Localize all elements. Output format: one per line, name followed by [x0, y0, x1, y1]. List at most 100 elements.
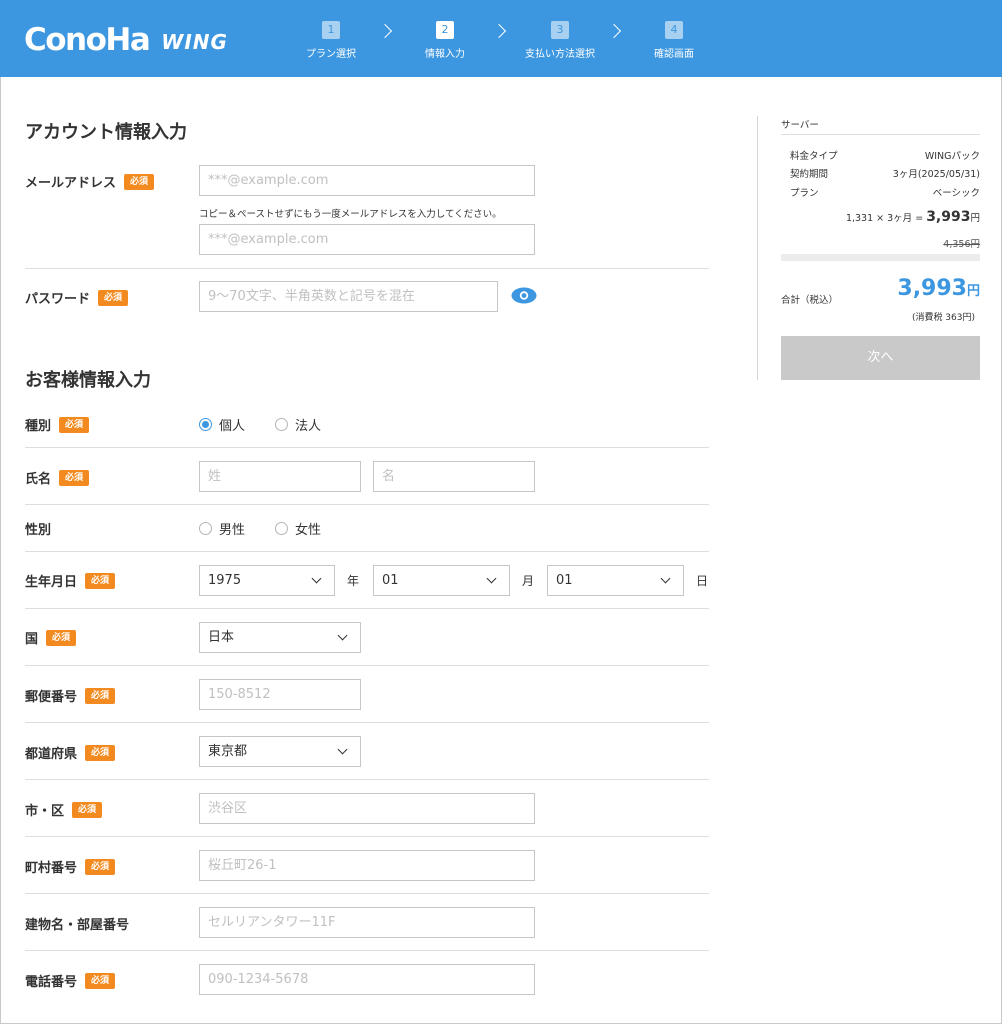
postal-label-text: 郵便番号: [25, 690, 78, 705]
birth-year-select[interactable]: 1975: [199, 565, 335, 596]
chevron-down-icon: [337, 630, 348, 641]
birth-month-value: 01: [382, 573, 399, 588]
city-field[interactable]: 渋谷区: [199, 793, 535, 824]
password-label-text: パスワード: [25, 292, 91, 307]
summary-value: WINGパック: [924, 151, 980, 162]
calc-prefix: 1,331 × 3ヶ月 =: [845, 213, 927, 224]
radio-individual-label: 個人: [219, 419, 246, 434]
step-2: 2 情報入力: [395, 18, 495, 60]
prefecture-select[interactable]: 東京都: [199, 736, 361, 767]
first-name-field[interactable]: 名: [373, 461, 535, 492]
prefecture-value: 東京都: [208, 744, 248, 759]
summary-row: プラン ベーシック: [790, 185, 980, 199]
radio-female-label: 女性: [295, 523, 322, 538]
required-badge: 必須: [85, 858, 116, 875]
town-label: 町村番号 必須: [25, 857, 116, 876]
radio-checked-icon: [199, 418, 212, 431]
country-label: 国 必須: [25, 628, 77, 647]
conoha-wing-logo[interactable]: ConoHa WING: [24, 20, 228, 60]
prefecture-label-text: 都道府県: [25, 747, 78, 762]
divider: [25, 551, 709, 552]
eye-icon[interactable]: [511, 287, 537, 304]
name-label-text: 氏名: [25, 472, 52, 487]
type-label-text: 種別: [25, 419, 52, 434]
summary-key: 料金タイプ: [790, 151, 838, 162]
country-select[interactable]: 日本: [199, 622, 361, 653]
step-1: 1 プラン選択: [281, 18, 381, 60]
email-confirm-field[interactable]: ***@example.com: [199, 224, 535, 255]
calc-amount: 3,993: [926, 209, 971, 225]
phone-field[interactable]: 090-1234-5678: [199, 964, 535, 995]
summary-key: プラン: [790, 188, 819, 199]
price-calculation: 1,331 × 3ヶ月 = 3,993円: [846, 209, 980, 225]
birth-year-value: 1975: [208, 573, 242, 588]
sidebar-title-divider: [781, 134, 980, 135]
step-3-number: 3: [551, 21, 569, 39]
password-label: パスワード 必須: [25, 288, 129, 307]
postal-label: 郵便番号 必須: [25, 686, 116, 705]
sidebar-divider: [757, 116, 758, 380]
radio-unchecked-icon: [275, 522, 288, 535]
step-3-label: 支払い方法選択: [525, 49, 595, 60]
radio-unchecked-icon: [199, 522, 212, 535]
divider: [25, 893, 709, 894]
step-1-number: 1: [322, 21, 340, 39]
required-badge: 必須: [59, 416, 90, 433]
email-field[interactable]: ***@example.com: [199, 165, 535, 196]
building-label: 建物名・部屋番号: [25, 914, 129, 933]
divider: [25, 608, 709, 609]
total-price: 3,993円: [897, 276, 980, 301]
required-badge: 必須: [98, 289, 129, 306]
required-badge: 必須: [85, 972, 116, 989]
prefecture-label: 都道府県 必須: [25, 743, 116, 762]
divider: [25, 665, 709, 666]
name-label: 氏名 必須: [25, 468, 90, 487]
divider: [25, 268, 709, 269]
password-field[interactable]: 9〜70文字、半角英数と記号を混在: [199, 281, 498, 312]
city-label: 市・区 必須: [25, 800, 103, 819]
required-badge: 必須: [59, 469, 90, 486]
last-name-field[interactable]: 姓: [199, 461, 361, 492]
birth-month-select[interactable]: 01: [373, 565, 510, 596]
building-field[interactable]: セルリアンタワー11F: [199, 907, 535, 938]
sidebar-title: サーバー: [781, 120, 819, 131]
required-badge: 必須: [85, 572, 116, 589]
summary-row: 契約期間 3ヶ月(2025/05/31): [790, 166, 980, 180]
customer-section-title: お客様情報入力: [25, 370, 151, 391]
birth-label: 生年月日 必須: [25, 571, 116, 590]
step-1-label: プラン選択: [306, 49, 356, 60]
birth-day-select[interactable]: 01: [547, 565, 684, 596]
postal-code-field[interactable]: 150-8512: [199, 679, 361, 710]
building-label-text: 建物名・部屋番号: [25, 918, 130, 933]
step-2-number: 2: [436, 21, 454, 39]
total-label: 合計（税込）: [781, 295, 839, 306]
header: ConoHa WING 1 プラン選択 2 情報入力 3 支払い方法選択 4 確…: [0, 0, 1002, 77]
country-label-text: 国: [25, 632, 39, 647]
summary-value: 3ヶ月(2025/05/31): [892, 169, 980, 180]
town-label-text: 町村番号: [25, 861, 78, 876]
email-confirm-hint: コピー＆ペーストせずにもう一度メールアドレスを入力してください。: [199, 209, 502, 220]
required-badge: 必須: [72, 801, 103, 818]
summary-bar: [781, 254, 980, 261]
gender-label: 性別: [25, 519, 51, 538]
town-field[interactable]: 桜丘町26-1: [199, 850, 535, 881]
radio-individual[interactable]: 個人: [199, 415, 245, 434]
step-3: 3 支払い方法選択: [510, 18, 610, 60]
radio-male[interactable]: 男性: [199, 519, 245, 538]
radio-corporation-label: 法人: [295, 419, 322, 434]
divider: [25, 722, 709, 723]
radio-male-label: 男性: [219, 523, 246, 538]
country-value: 日本: [208, 630, 235, 645]
day-unit: 日: [696, 574, 709, 588]
required-badge: 必須: [85, 687, 116, 704]
chevron-down-icon: [337, 744, 348, 755]
step-4: 4 確認画面: [624, 18, 724, 60]
radio-female[interactable]: 女性: [275, 519, 321, 538]
next-button[interactable]: 次へ: [781, 336, 980, 380]
logo-sub-text: WING: [161, 29, 228, 54]
radio-corporation[interactable]: 法人: [275, 415, 321, 434]
gender-label-text: 性別: [25, 523, 52, 538]
birth-day-value: 01: [556, 573, 573, 588]
logo-main-text: ConoHa: [24, 22, 151, 58]
calc-unit: 円: [970, 213, 980, 224]
